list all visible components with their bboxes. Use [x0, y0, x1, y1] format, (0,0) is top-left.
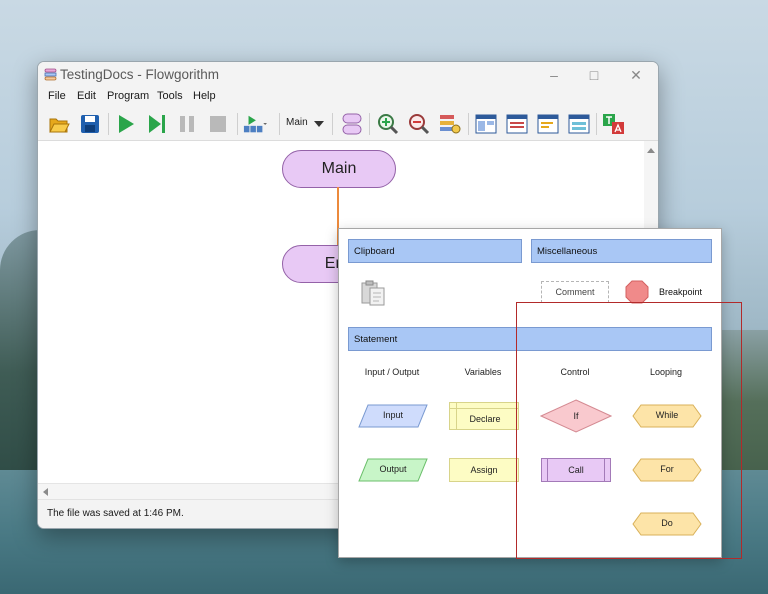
open-icon[interactable]	[47, 112, 71, 136]
menu-file[interactable]: File	[48, 90, 66, 102]
toolbar-separator	[596, 113, 597, 135]
toolbar-separator	[237, 113, 238, 135]
toolbar-separator	[332, 113, 333, 135]
run-icon[interactable]	[114, 112, 138, 136]
console-icon[interactable]	[505, 112, 529, 136]
status-text: The file was saved at 1:46 PM.	[47, 508, 184, 519]
column-input-output: Input / Output	[364, 367, 420, 377]
menu-bar: File Edit Program Tools Help	[38, 88, 658, 108]
zoom-out-icon[interactable]	[407, 112, 431, 136]
main-start-shape[interactable]: Main	[282, 150, 396, 188]
for-shape[interactable]: For	[632, 458, 702, 482]
chevron-down-icon[interactable]	[311, 112, 327, 136]
statement-header: Statement	[348, 327, 712, 351]
toolbar: Main	[38, 108, 658, 141]
input-label: Input	[382, 410, 404, 420]
do-label: Do	[661, 518, 673, 528]
comment-shape[interactable]: Comment	[541, 281, 609, 303]
for-label: For	[660, 464, 674, 474]
scroll-up-icon[interactable]	[644, 145, 658, 157]
call-shape[interactable]: Call	[541, 458, 611, 482]
declare-shape[interactable]: Declare	[449, 402, 519, 430]
menu-program[interactable]: Program	[107, 90, 149, 102]
column-looping: Looping	[649, 367, 683, 377]
miscellaneous-header: Miscellaneous	[531, 239, 712, 263]
if-label: If	[573, 411, 579, 421]
call-label: Call	[568, 465, 584, 475]
input-shape[interactable]: Input	[358, 404, 428, 428]
if-shape[interactable]: If	[540, 399, 612, 433]
menu-help[interactable]: Help	[193, 90, 216, 102]
translate-icon[interactable]	[602, 112, 626, 136]
variable-watch-icon[interactable]	[438, 112, 462, 136]
assign-shape[interactable]: Assign	[449, 458, 519, 482]
maximize-button[interactable]: □	[583, 65, 605, 85]
source-view-icon[interactable]	[536, 112, 560, 136]
layout-icon[interactable]	[474, 112, 498, 136]
while-shape[interactable]: While	[632, 404, 702, 428]
window-title: TestingDocs - Flowgorithm	[60, 67, 220, 82]
toolbar-separator	[279, 113, 280, 135]
menu-edit[interactable]: Edit	[77, 90, 96, 102]
column-control: Control	[560, 367, 590, 377]
functions-icon[interactable]	[340, 112, 364, 136]
step-icon[interactable]	[145, 112, 169, 136]
title-bar: TestingDocs - Flowgorithm – □ ✕	[38, 62, 658, 88]
assign-label: Assign	[470, 465, 498, 475]
close-button[interactable]: ✕	[625, 65, 647, 85]
run-speed-icon[interactable]	[243, 112, 267, 136]
breakpoint-icon[interactable]	[625, 280, 649, 304]
pause-icon[interactable]	[175, 112, 199, 136]
do-shape[interactable]: Do	[632, 512, 702, 536]
declare-label: Declare	[469, 414, 501, 424]
toolbar-separator	[108, 113, 109, 135]
flowgorithm-app-icon	[44, 68, 57, 81]
function-selector[interactable]: Main	[286, 117, 308, 128]
clipboard-icon[interactable]	[359, 279, 387, 307]
shape-palette: Clipboard Miscellaneous Comment Breakpoi…	[338, 228, 722, 558]
save-icon[interactable]	[78, 112, 102, 136]
scroll-left-icon[interactable]	[40, 485, 52, 499]
zoom-in-icon[interactable]	[376, 112, 400, 136]
minimize-button[interactable]: –	[543, 65, 565, 85]
output-shape[interactable]: Output	[358, 458, 428, 482]
output-label: Output	[379, 464, 407, 474]
menu-tools[interactable]: Tools	[157, 90, 183, 102]
drawing-window-icon[interactable]	[567, 112, 591, 136]
while-label: While	[655, 410, 679, 420]
clipboard-header: Clipboard	[348, 239, 522, 263]
breakpoint-label: Breakpoint	[659, 287, 703, 297]
column-variables: Variables	[464, 367, 502, 377]
stop-icon[interactable]	[206, 112, 230, 136]
toolbar-separator	[369, 113, 370, 135]
toolbar-separator	[468, 113, 469, 135]
